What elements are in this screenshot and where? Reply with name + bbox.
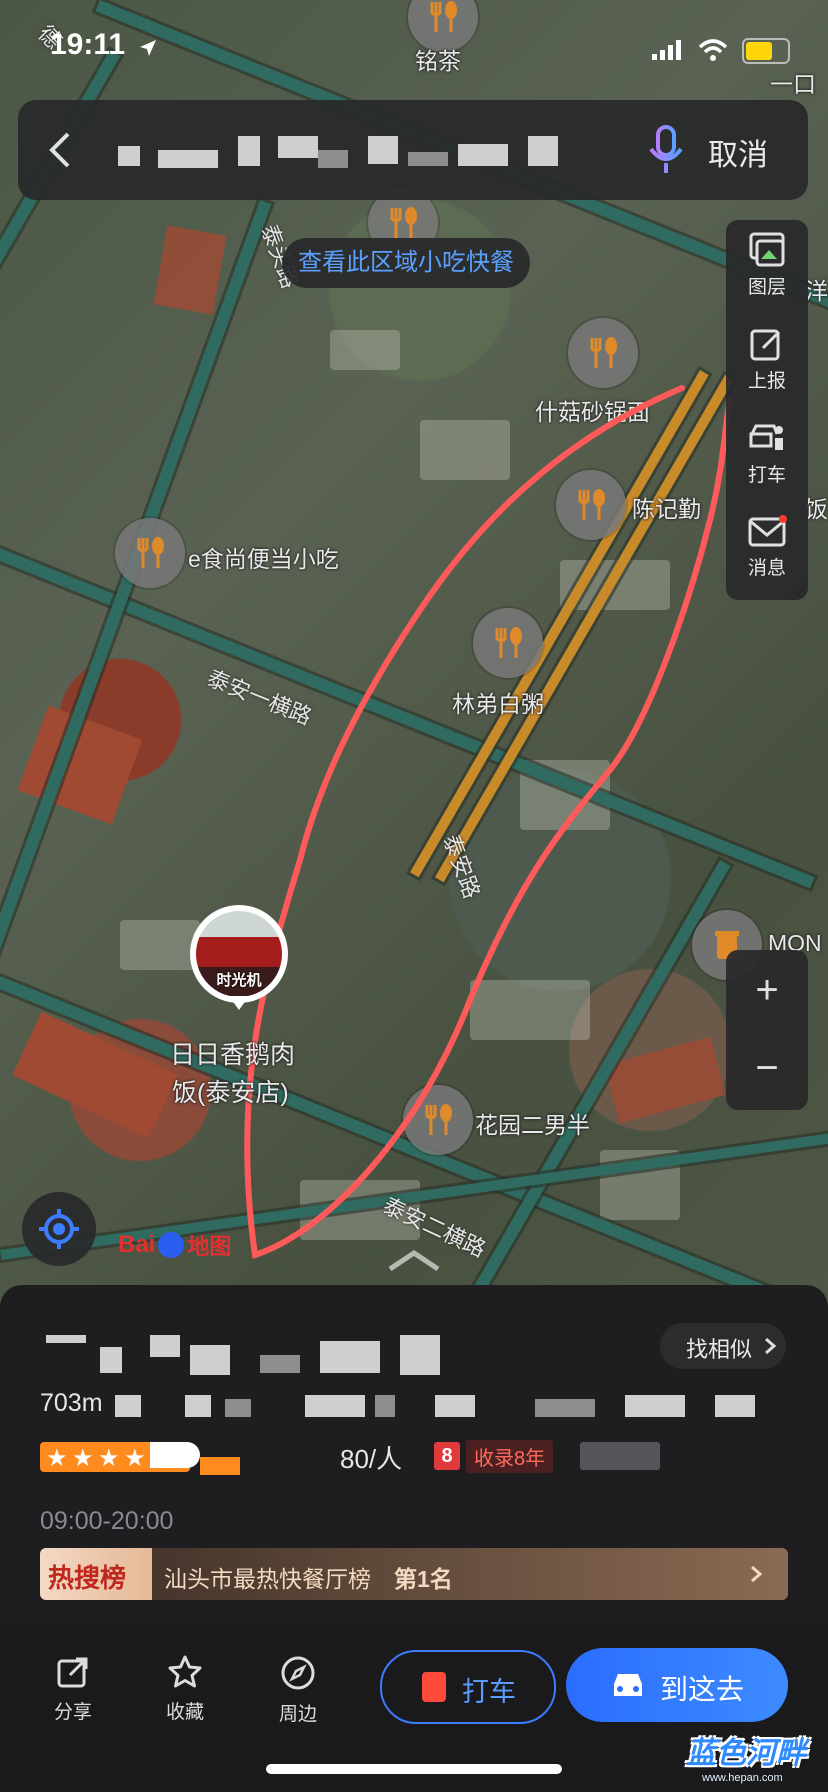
search-bar[interactable]: 取消 xyxy=(18,100,808,200)
zoom-in-button[interactable]: + xyxy=(726,960,808,1020)
chevron-right-icon xyxy=(765,1337,776,1355)
microphone-icon[interactable] xyxy=(648,125,684,175)
signal-icon xyxy=(652,40,681,60)
chevron-right-icon xyxy=(751,1565,762,1583)
star-icon: ★ xyxy=(72,1445,94,1472)
share-label: 分享 xyxy=(53,1702,92,1723)
hot-rank-tag: 热搜榜 xyxy=(40,1548,152,1600)
tool-taxi[interactable]: 打车 xyxy=(726,408,808,498)
zoom-controls: + − xyxy=(726,950,808,1110)
locate-me-button[interactable] xyxy=(22,1192,96,1266)
wifi-icon xyxy=(698,39,728,61)
star-icon: ★ xyxy=(124,1445,146,1472)
price-text: 80/人 xyxy=(340,1444,403,1474)
paw-icon xyxy=(158,1232,185,1258)
hot-rank-bar[interactable]: 热搜榜 汕头市最热快餐厅榜 第1名 xyxy=(40,1548,788,1600)
tool-label: 打车 xyxy=(747,464,786,486)
address-blurred xyxy=(115,1395,755,1423)
battery-icon xyxy=(742,38,790,64)
baidu-logo-text: Bai xyxy=(118,1231,156,1258)
tool-report[interactable]: 上报 xyxy=(726,314,808,404)
opening-hours: 09:00-20:00 xyxy=(40,1507,174,1535)
hot-rank-position: 第1名 xyxy=(394,1566,453,1592)
report-icon xyxy=(750,329,781,360)
zoom-out-button[interactable]: − xyxy=(726,1038,808,1098)
star-icon: ★ xyxy=(98,1445,120,1472)
message-icon xyxy=(748,514,787,546)
hot-rank-tag-text: 热搜榜 xyxy=(48,1563,127,1593)
taxi-button[interactable]: 打车 xyxy=(380,1650,556,1724)
cancel-button[interactable]: 取消 xyxy=(708,130,768,174)
taxi-label: 打车 xyxy=(462,1677,516,1707)
share-button[interactable]: 分享 xyxy=(33,1655,113,1724)
tag-blurred xyxy=(580,1442,660,1470)
search-area-banner[interactable]: 查看此区域小吃快餐 xyxy=(282,238,530,288)
crosshair-icon xyxy=(39,1209,79,1249)
baidu-logo-map-text: 地图 xyxy=(187,1234,232,1259)
nearby-label: 周边 xyxy=(278,1704,317,1725)
place-name-line2: 饭(泰安店) xyxy=(172,1079,289,1107)
red-envelope-icon xyxy=(422,1672,446,1702)
watermark-text: 蓝色河畔 xyxy=(686,1737,806,1770)
watermark-sub: www.hepan.com xyxy=(702,1772,783,1784)
go-here-label: 到这去 xyxy=(660,1674,745,1705)
car-icon xyxy=(614,1674,642,1696)
share-icon xyxy=(57,1657,88,1688)
location-arrow-icon xyxy=(140,40,156,56)
years-badge-number: 8 xyxy=(434,1442,460,1470)
tool-messages[interactable]: 消息 xyxy=(726,502,808,592)
baidu-map-logo: Bai 地图 xyxy=(118,1228,231,1262)
watermark: 蓝色河畔 www.hepan.com xyxy=(686,1728,816,1788)
tool-label: 图层 xyxy=(747,276,786,298)
back-chevron-icon[interactable] xyxy=(48,130,72,170)
star-outline-icon xyxy=(168,1655,202,1688)
compass-icon xyxy=(281,1656,315,1690)
place-title-blurred xyxy=(40,1335,440,1380)
taxi-icon xyxy=(749,424,783,450)
marker-label: 时光机 xyxy=(216,972,262,989)
distance-text: 703m xyxy=(40,1389,103,1417)
tool-layers[interactable]: 图层 xyxy=(726,220,808,310)
years-badge: 8 收录8年 xyxy=(434,1439,554,1473)
tool-label: 上报 xyxy=(747,370,786,392)
tool-label: 消息 xyxy=(747,557,786,579)
status-time: 19:11 xyxy=(50,28,126,61)
search-query-blurred[interactable] xyxy=(118,136,588,168)
layers-icon xyxy=(749,232,785,266)
favorite-button[interactable]: 收藏 xyxy=(145,1655,225,1724)
find-similar-button[interactable]: 找相似 xyxy=(660,1323,786,1369)
go-here-button[interactable]: 到这去 xyxy=(566,1648,788,1722)
favorite-label: 收藏 xyxy=(165,1702,204,1723)
selected-place-marker[interactable]: 时光机 xyxy=(190,905,288,1003)
nearby-button[interactable]: 周边 xyxy=(258,1655,338,1726)
home-indicator xyxy=(266,1764,562,1774)
map-tools-panel: 图层 上报 打车 消息 xyxy=(726,220,808,600)
find-similar-label: 找相似 xyxy=(686,1337,753,1362)
years-badge-text: 收录8年 xyxy=(466,1439,554,1473)
expand-chevron-icon[interactable] xyxy=(384,1249,444,1273)
star-icon: ★ xyxy=(46,1445,68,1472)
hot-rank-text: 汕头市最热快餐厅榜 xyxy=(164,1566,371,1592)
place-name-line1: 日日香鹅肉 xyxy=(170,1041,296,1069)
